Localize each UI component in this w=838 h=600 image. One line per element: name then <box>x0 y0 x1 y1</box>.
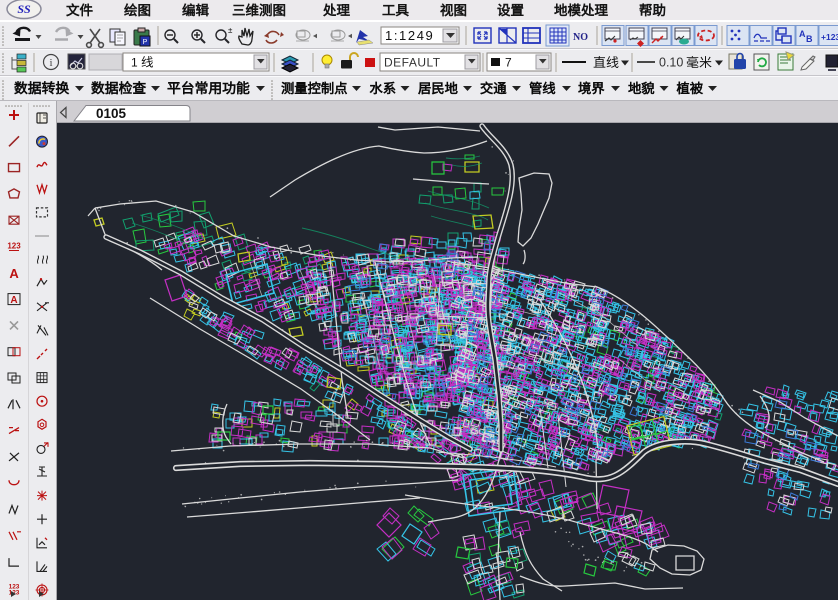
svg-text:A: A <box>9 266 19 281</box>
svg-text:7: 7 <box>505 56 512 70</box>
svg-text:0105: 0105 <box>96 106 127 121</box>
svg-text:0.10: 0.10 <box>659 56 683 70</box>
svg-text:+123: +123 <box>821 32 838 42</box>
svg-text:SS: SS <box>17 2 31 16</box>
svg-text:A: A <box>799 29 806 39</box>
svg-text:±: ± <box>228 26 233 35</box>
svg-text:123: 123 <box>9 589 20 596</box>
svg-text:1: 1 <box>131 56 138 70</box>
svg-text:P: P <box>143 39 148 46</box>
svg-text:B: B <box>806 34 813 44</box>
svg-text:i: i <box>49 57 52 69</box>
svg-text:NO: NO <box>573 32 588 43</box>
svg-text:A: A <box>10 295 17 306</box>
svg-text:1:1249: 1:1249 <box>385 28 434 43</box>
svg-text:123: 123 <box>7 242 21 251</box>
svg-text:DEFAULT: DEFAULT <box>384 56 441 70</box>
